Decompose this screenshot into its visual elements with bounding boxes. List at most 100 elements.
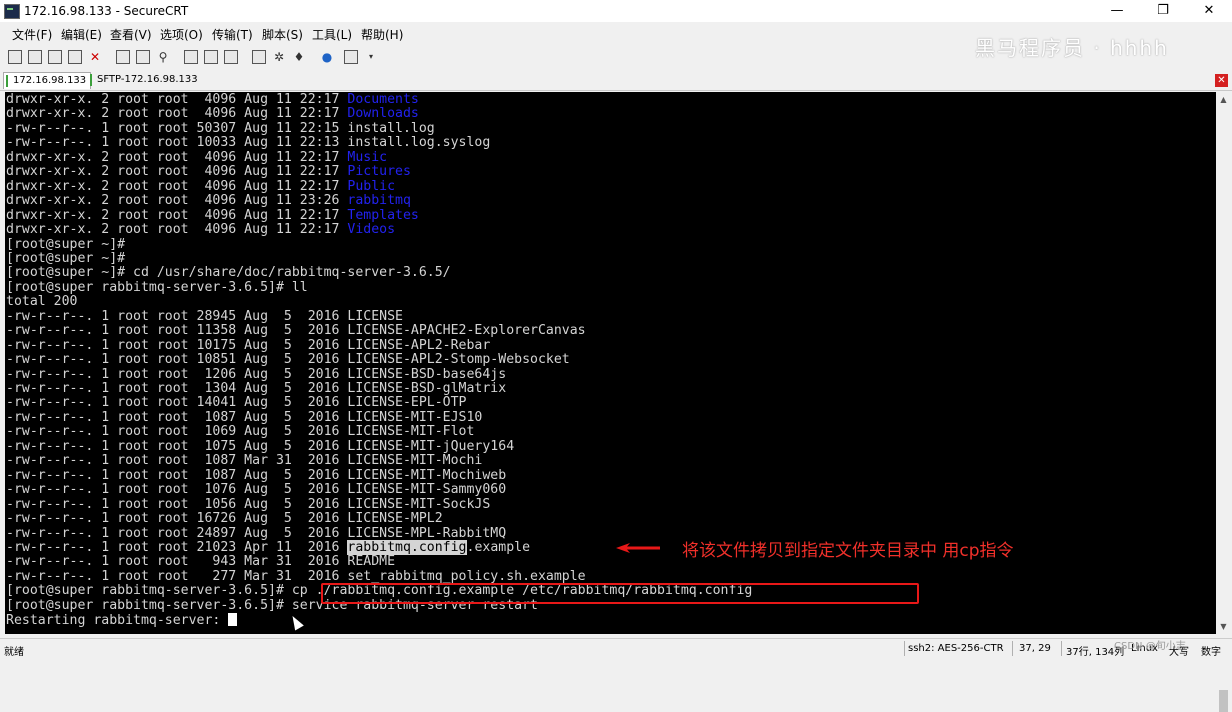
scroll-down-icon[interactable]: ▼ (1216, 619, 1231, 634)
menu-options[interactable]: 选项(O) (160, 26, 203, 43)
terminal-line: -rw-r--r--. 1 root root 11358 Aug 5 2016… (6, 324, 586, 338)
status-divider (904, 641, 905, 656)
directory-name: Documents (347, 92, 419, 107)
menu-script[interactable]: 脚本(S) (262, 26, 303, 43)
title-bar: 172.16.98.133 - SecureCRT — ❐ ✕ (0, 0, 1232, 22)
terminal-line-text: -rw-r--r--. 1 root root 1087 Aug 5 2016 … (6, 409, 483, 425)
terminal-line-text: -rw-r--r--. 1 root root 10175 Aug 5 2016… (6, 337, 491, 353)
status-divider (1061, 641, 1062, 656)
annotation-note: 将该文件拷贝到指定文件夹目录中 用cp指令 (682, 541, 1014, 561)
menu-view[interactable]: 查看(V) (110, 26, 152, 43)
terminal-line-text: [root@super rabbitmq-server-3.6.5]# ll (6, 279, 308, 295)
menu-edit[interactable]: 编辑(E) (61, 26, 102, 43)
menu-transfer[interactable]: 传输(T) (212, 26, 253, 43)
maximize-button[interactable]: ❐ (1140, 0, 1186, 22)
terminal-scrollbar[interactable]: ▲ ▼ (1216, 92, 1231, 712)
tab-session-sftp[interactable]: SFTP-172.16.98.133 (88, 72, 202, 88)
terminal-line-text: -rw-r--r--. 1 root root 943 Mar 31 2016 … (6, 554, 396, 570)
terminal-line-text: -rw-r--r--. 1 root root 24897 Aug 5 2016… (6, 525, 507, 541)
paste-icon[interactable] (136, 50, 150, 64)
directory-name: Videos (347, 222, 396, 238)
find-icon[interactable]: ⚲ (156, 50, 170, 64)
scroll-up-icon[interactable]: ▲ (1216, 92, 1231, 107)
status-cursor-position: 37, 29 (1019, 643, 1051, 654)
terminal-line: drwxr-xr-x. 2 root root 4096 Aug 11 22:1… (6, 178, 395, 194)
help-icon[interactable]: ● (320, 50, 334, 64)
copy-icon[interactable] (116, 50, 130, 64)
toolbar-overflow-icon[interactable]: ▾ (364, 50, 378, 64)
terminal-line-text: -rw-r--r--. 1 root root 28945 Aug 5 2016… (6, 308, 403, 324)
terminal-line-text: -rw-r--r--. 1 root root 1087 Aug 5 2016 … (6, 467, 507, 483)
terminal-line-text: -rw-r--r--. 1 root root 277 Mar 31 2016 … (6, 568, 586, 584)
connect-in-tab-icon[interactable] (48, 50, 62, 64)
terminal-line-text: drwxr-xr-x. 2 root root 4096 Aug 11 22:1… (6, 178, 348, 194)
terminal-line-text: drwxr-xr-x. 2 root root 4096 Aug 11 22:1… (6, 164, 348, 180)
terminal-line-text: [root@super ~]# (6, 250, 126, 266)
terminal-line: drwxr-xr-x. 2 root root 4096 Aug 11 22:1… (6, 207, 419, 223)
terminal-line-text: -rw-r--r--. 1 root root 1069 Aug 5 2016 … (6, 424, 475, 440)
terminal-line: -rw-r--r--. 1 root root 1087 Aug 5 2016 … (6, 467, 507, 483)
sftp-icon[interactable] (252, 50, 266, 64)
terminal-line-text: -rw-r--r--. 1 root root 10851 Aug 5 2016… (6, 352, 570, 368)
terminal-line-text: -rw-r--r--. 1 root root 1056 Aug 5 2016 … (6, 496, 491, 512)
menu-help[interactable]: 帮助(H) (361, 26, 403, 43)
menu-tools[interactable]: 工具(L) (312, 26, 352, 43)
terminal-line: -rw-r--r--. 1 root root 1076 Aug 5 2016 … (6, 483, 506, 497)
terminal-line-text: -rw-r--r--. 1 root root 21023 Apr 11 201… (6, 539, 348, 555)
terminal-line-text: -rw-r--r--. 1 root root 1075 Aug 5 2016 … (6, 438, 515, 454)
scrollbar-thumb[interactable] (1219, 690, 1228, 712)
terminal-line-text: drwxr-xr-x. 2 root root 4096 Aug 11 22:1… (6, 149, 348, 165)
status-cipher: ssh2: AES-256-CTR (908, 643, 1004, 654)
terminal-line: drwxr-xr-x. 2 root root 4096 Aug 11 22:1… (6, 149, 388, 165)
terminal-line-text: -rw-r--r--. 1 root root 14041 Aug 5 2016… (6, 395, 467, 411)
terminal-line-text: drwxr-xr-x. 2 root root 4096 Aug 11 22:1… (6, 92, 348, 107)
tab-session-ssh[interactable]: 172.16.98.133 (3, 72, 92, 89)
terminal-line: drwxr-xr-x. 2 root root 4096 Aug 11 22:1… (6, 93, 419, 107)
print-icon[interactable] (224, 50, 238, 64)
quick-connect-icon[interactable] (28, 50, 42, 64)
reconnect-icon[interactable] (68, 50, 82, 64)
terminal-line-text: [root@super ~]# cd /usr/share/doc/rabbit… (6, 265, 451, 281)
directory-name: rabbitmq (347, 193, 411, 209)
directory-name: Templates (347, 207, 419, 223)
terminal-line-text: drwxr-xr-x. 2 root root 4096 Aug 11 23:2… (6, 193, 348, 209)
terminal-line-text: -rw-r--r--. 1 root root 50307 Aug 11 22:… (6, 120, 435, 136)
securecrt-app-icon[interactable] (4, 4, 20, 19)
terminal-line: -rw-r--r--. 1 root root 10033 Aug 11 22:… (6, 136, 490, 150)
terminal-line: -rw-r--r--. 1 root root 24897 Aug 5 2016… (6, 525, 507, 541)
extra-toolbar-icon[interactable] (344, 50, 358, 64)
terminal-output[interactable]: drwxr-xr-x. 2 root root 4096 Aug 11 22:1… (5, 92, 1216, 634)
terminal-line-text: -rw-r--r--. 1 root root 11358 Aug 5 2016… (6, 323, 586, 339)
close-button[interactable]: ✕ (1186, 0, 1232, 22)
terminal-line: [root@super ~]# cd /usr/share/doc/rabbit… (6, 266, 451, 280)
terminal-line: -rw-r--r--. 1 root root 50307 Aug 11 22:… (6, 120, 435, 136)
close-tab-icon[interactable]: ✕ (1215, 74, 1228, 87)
connect-icon[interactable] (8, 50, 22, 64)
minimize-button[interactable]: — (1094, 0, 1140, 22)
terminal-line-text: -rw-r--r--. 1 root root 1076 Aug 5 2016 … (6, 482, 507, 498)
disconnect-icon[interactable]: ✕ (88, 50, 102, 64)
settings-icon[interactable]: ✲ (272, 50, 286, 64)
directory-name: Downloads (347, 106, 419, 122)
global-options-icon[interactable] (204, 50, 218, 64)
terminal-line: [root@super ~]# (6, 237, 125, 252)
terminal-line: drwxr-xr-x. 2 root root 4096 Aug 11 23:2… (6, 194, 411, 208)
directory-name: Music (347, 149, 388, 165)
keymap-icon[interactable]: ♦ (292, 50, 306, 64)
terminal-line-text: Restarting rabbitmq-server: (6, 613, 229, 629)
terminal-line: -rw-r--r--. 1 root root 21023 Apr 11 201… (6, 539, 530, 555)
terminal-line: -rw-r--r--. 1 root root 10851 Aug 5 2016… (6, 353, 570, 367)
menu-file[interactable]: 文件(F) (12, 26, 52, 43)
tab-label: 172.16.98.133 (13, 75, 87, 86)
directory-name: Pictures (347, 164, 411, 180)
terminal-line: drwxr-xr-x. 2 root root 4096 Aug 11 22:1… (6, 107, 419, 121)
status-ready: 就绪 (4, 647, 24, 658)
session-tab-bar: 172.16.98.133 SFTP-172.16.98.133 (0, 70, 1232, 91)
terminal-line-text: drwxr-xr-x. 2 root root 4096 Aug 11 22:1… (6, 106, 348, 122)
terminal-line: -rw-r--r--. 1 root root 10175 Aug 5 2016… (6, 337, 491, 353)
status-bar: 就绪 ssh2: AES-256-CTR 37, 29 37行, 134列 Li… (0, 638, 1232, 659)
terminal-line: -rw-r--r--. 1 root root 943 Mar 31 2016 … (6, 555, 395, 569)
annotation-arrow-icon (616, 543, 660, 553)
terminal-line: drwxr-xr-x. 2 root root 4096 Aug 11 22:1… (6, 165, 411, 179)
session-options-icon[interactable] (184, 50, 198, 64)
